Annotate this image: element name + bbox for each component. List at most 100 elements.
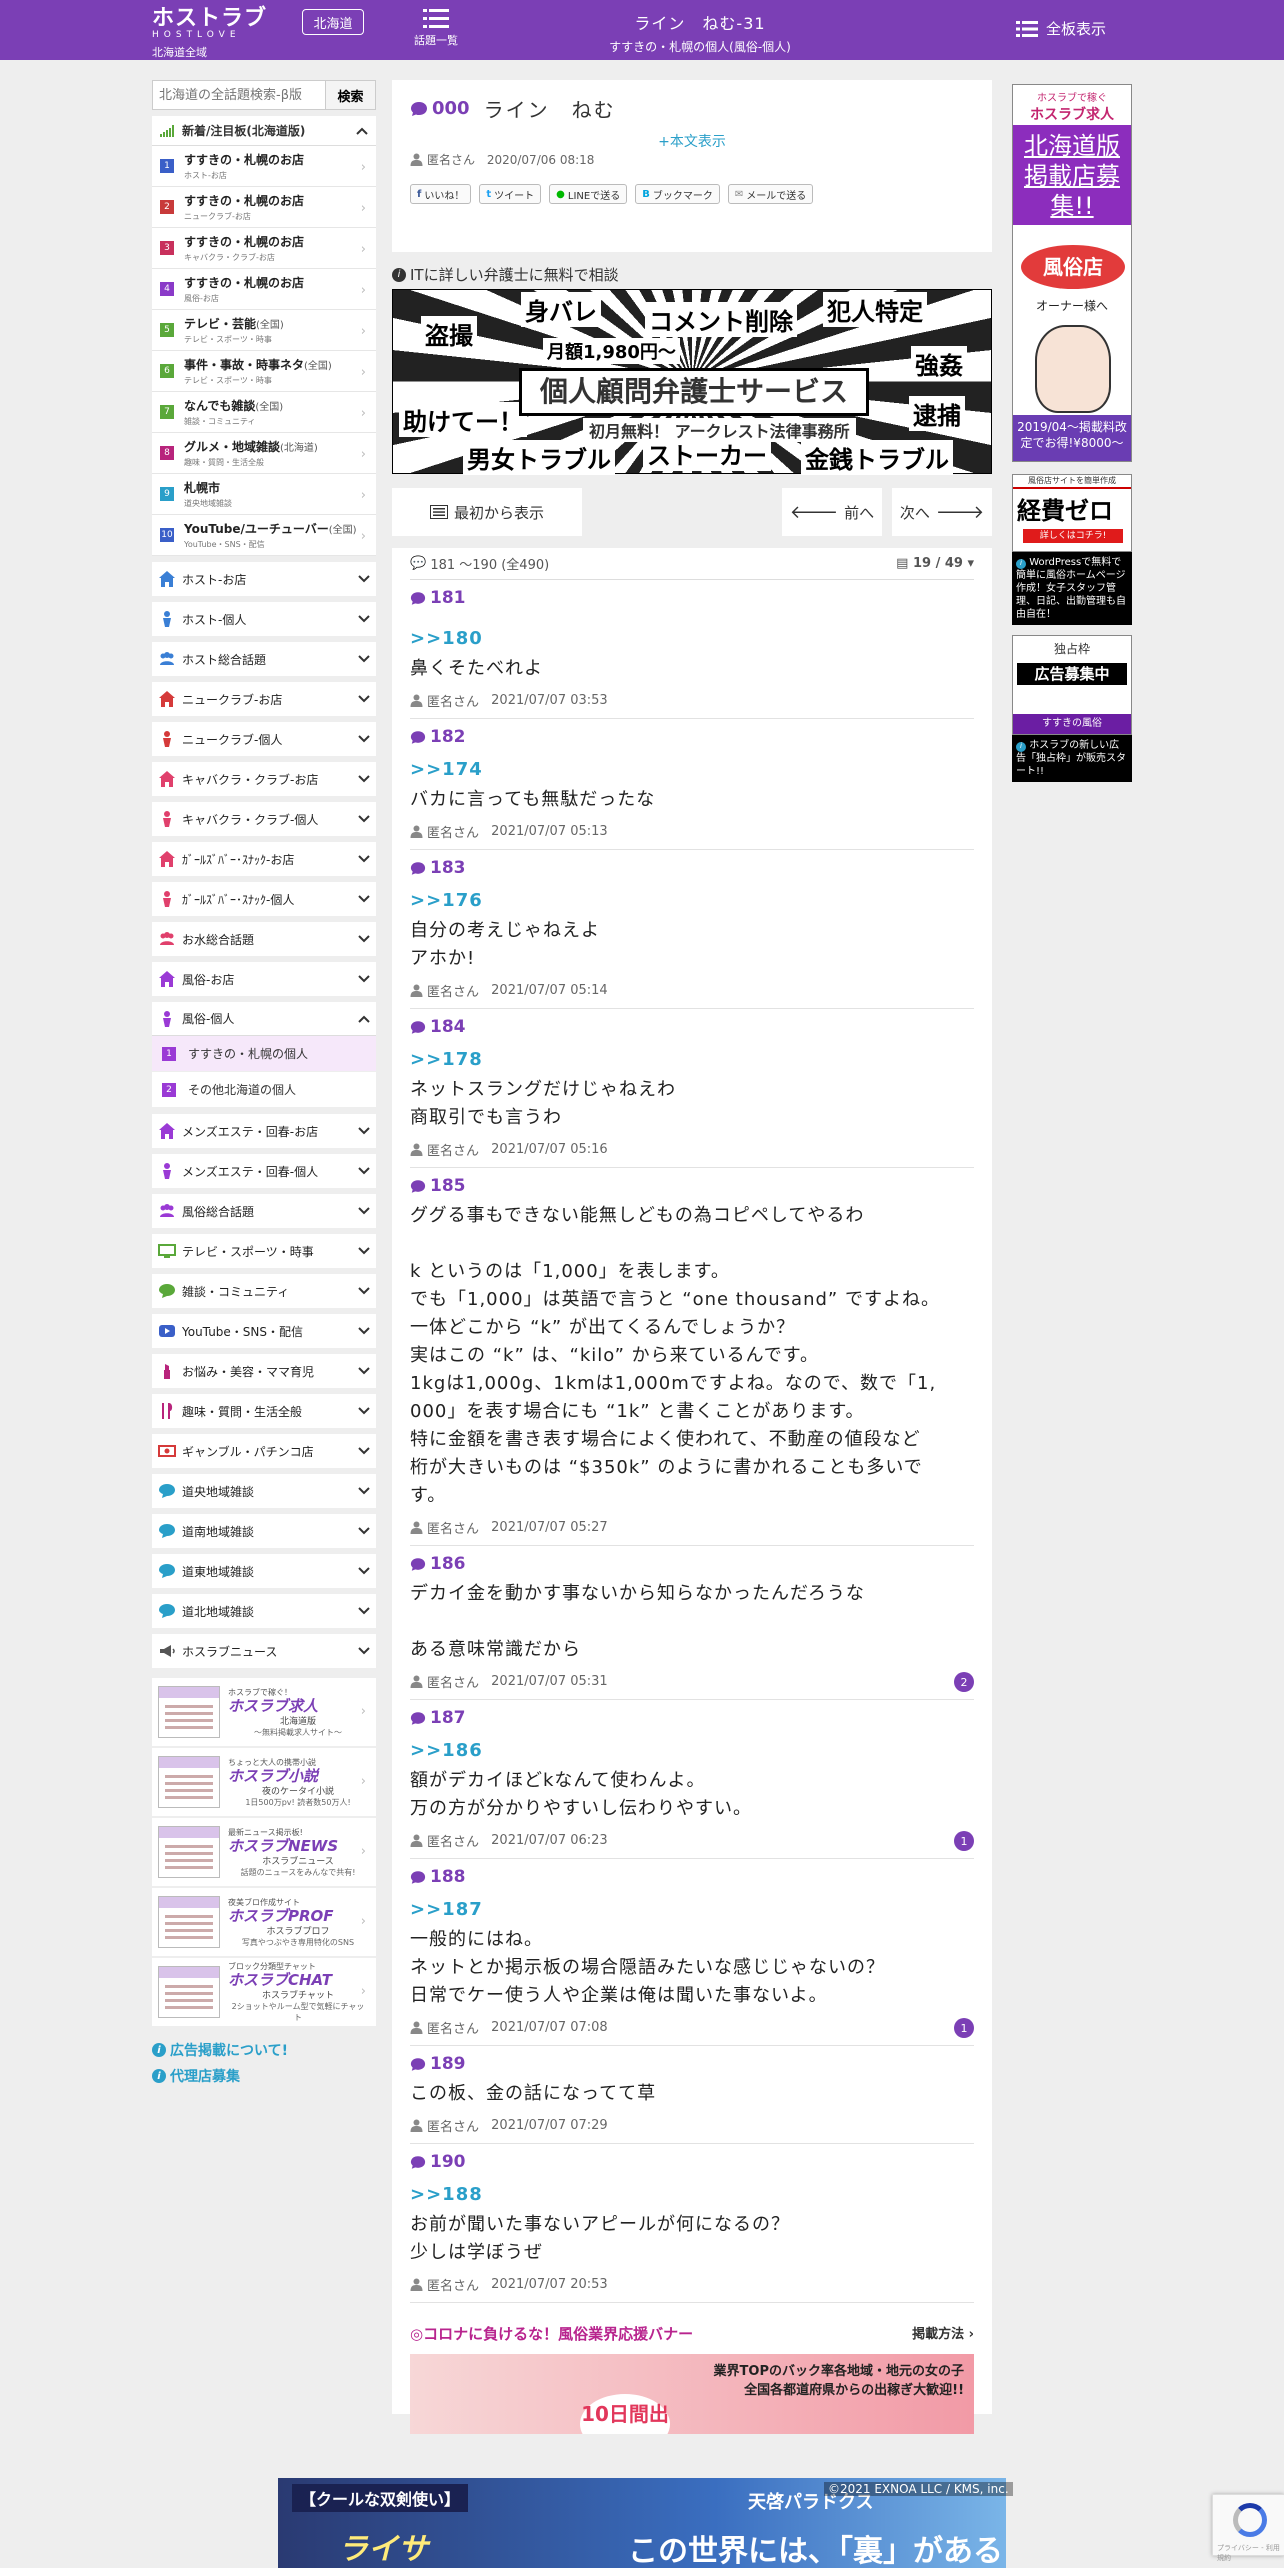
user-icon	[410, 984, 423, 997]
featured-item[interactable]: 1 すすきの・札幌のお店 ホスト-お店 ›	[152, 146, 376, 187]
post-number[interactable]: 188	[410, 1867, 974, 1887]
tweet-button[interactable]: t ツイート	[479, 184, 542, 204]
prev-button[interactable]: 🡐 前へ	[782, 488, 882, 536]
recruit-ad[interactable]: ホスラブで稼ぐ ホスラブ求人 北海道版掲載店募集!! 風俗店 オーナー様へ 201…	[1012, 84, 1132, 462]
post-number[interactable]: 187	[410, 1708, 974, 1728]
exclusive-ad-text[interactable]: i ホスラブの新しい広告「独占枠」が販売スタート!!	[1012, 735, 1132, 782]
category-group[interactable]: ホスト総合話題	[152, 642, 376, 676]
category-group[interactable]: お水総合話題	[152, 922, 376, 956]
topics-button[interactable]: 話題一覧	[410, 8, 462, 48]
service-banner[interactable]: ホスラブで稼ぐ！ ホスラブ求人 北海道版 〜無料掲載求人サイト〜 ›	[152, 1678, 376, 1746]
category-house[interactable]: ホスト-お店	[152, 562, 376, 596]
how-to-post-link[interactable]: 掲載方法 ›	[912, 2323, 974, 2344]
category-megaphone[interactable]: ホスラブニュース	[152, 1634, 376, 1668]
reply-anchor-link[interactable]: >>186	[410, 1740, 974, 1761]
post-number[interactable]: 185	[410, 1176, 974, 1196]
featured-item[interactable]: 6 事件・事故・時事ネタ(全国) テレビ・スポーツ・時事 ›	[152, 351, 376, 392]
featured-header[interactable]: 新着/注目板(北海道版)	[152, 116, 376, 146]
featured-item[interactable]: 5 テレビ・芸能(全国) テレビ・スポーツ・時事 ›	[152, 310, 376, 351]
chevron-right-icon: ›	[360, 1774, 366, 1789]
show-from-start-button[interactable]: 最初から表示	[392, 488, 582, 536]
category-utensils[interactable]: 趣味・質問・生活全般	[152, 1394, 376, 1428]
exclusive-ad[interactable]: 独占枠 広告募集中 すすきの風俗	[1012, 635, 1132, 735]
reply-anchor-link[interactable]: >>178	[410, 1049, 974, 1070]
category-chat[interactable]: 道北地域雑談	[152, 1594, 376, 1628]
category-money[interactable]: ギャンブル・パチンコ店	[152, 1434, 376, 1468]
service-banner[interactable]: ブロック分類型チャット ホスラブCHAT ホスラブチャット 2ショットやルーム型で気軽…	[152, 1958, 376, 2026]
reply-anchor-link[interactable]: >>187	[410, 1899, 974, 1920]
post-number[interactable]: 189	[410, 2054, 974, 2074]
page-select[interactable]: ▤ 19 / 49 ▾	[896, 556, 974, 571]
wordpress-ad[interactable]: 風俗店サイトを簡単作成 経費ゼロ 詳しくはコチラ!	[1012, 474, 1132, 552]
category-lipstick[interactable]: お悩み・美容・ママ育児	[152, 1354, 376, 1388]
wordpress-ad-text[interactable]: i WordPressで無料で簡単に風俗ホームページ作成！女子スタッフ管理、日記…	[1012, 552, 1132, 625]
category-chat[interactable]: 道央地域雑談	[152, 1474, 376, 1508]
lawyer-ad-banner[interactable]: 盗撮 身バレ コメント削除 犯人特定 強姦 助けてー！ 逮捕 男女トラブル スト…	[392, 289, 992, 475]
ad-link[interactable]: i 広告掲載について!	[152, 2040, 376, 2060]
category-tv[interactable]: テレビ・スポーツ・時事	[152, 1234, 376, 1268]
category-house[interactable]: 風俗-お店	[152, 962, 376, 996]
featured-item[interactable]: 7 なんでも雑談(全国) 雑談・コミュニティ ›	[152, 392, 376, 433]
category-chat[interactable]: 雑談・コミュニティ	[152, 1274, 376, 1308]
reply-count-badge[interactable]: 2	[954, 1672, 974, 1692]
category-youtube[interactable]: YouTube・SNS・配信	[152, 1314, 376, 1348]
featured-item[interactable]: 9 札幌市 道央地域雑談 ›	[152, 474, 376, 515]
sub-item-susukino[interactable]: 1 すすきの・札幌の個人	[152, 1036, 376, 1072]
user-icon	[410, 2278, 423, 2291]
featured-item[interactable]: 8 グルメ・地域雑談(北海道) 趣味・質問・生活全般 ›	[152, 433, 376, 474]
service-banner[interactable]: 最新ニュース掲示板! ホスラブNEWS ホスラブニュース 話題のニュースをみんなで共有…	[152, 1818, 376, 1886]
category-person[interactable]: ホスト-個人	[152, 602, 376, 636]
lawyer-ad-heading[interactable]: i ITに詳しい弁護士に無料で相談	[392, 264, 992, 285]
agency-link[interactable]: i 代理店募集	[152, 2066, 376, 2086]
featured-item[interactable]: 10 YouTube/ユーチューバー(全国) YouTube・SNS・配信 ›	[152, 515, 376, 556]
post-number[interactable]: 183	[410, 858, 974, 878]
category-person[interactable]: キャバクラ・クラブ-個人	[152, 802, 376, 836]
category-person[interactable]: ニュークラブ-個人	[152, 722, 376, 756]
next-button[interactable]: 次へ 🡒	[892, 488, 992, 536]
category-house[interactable]: キャバクラ・クラブ-お店	[152, 762, 376, 796]
category-open[interactable]: 風俗-個人	[152, 1002, 376, 1036]
show-body-link[interactable]: +本文表示	[410, 131, 974, 151]
region-button[interactable]: 北海道	[302, 9, 364, 35]
post-author: 匿名さん	[427, 2120, 480, 2135]
category-house[interactable]: メンズエステ・回春-お店	[152, 1114, 376, 1148]
bookmark-button[interactable]: B ブックマーク	[635, 184, 720, 204]
chevron-right-icon: ›	[360, 283, 366, 298]
all-boards-label: 全板表示	[1046, 20, 1107, 38]
category-group[interactable]: 風俗総合話題	[152, 1194, 376, 1228]
reply-anchor-link[interactable]: >>174	[410, 759, 974, 780]
category-chat[interactable]: 道南地域雑談	[152, 1514, 376, 1548]
reply-count-badge[interactable]: 1	[954, 1831, 974, 1851]
reply-anchor-link[interactable]: >>188	[410, 2184, 974, 2205]
featured-item[interactable]: 3 すすきの・札幌のお店 キャバクラ・クラブ-お店 ›	[152, 228, 376, 269]
mail-button[interactable]: ✉ メールで送る	[727, 184, 814, 204]
search-input[interactable]	[152, 80, 326, 110]
post-number[interactable]: 186	[410, 1554, 974, 1574]
sub-item-other[interactable]: 2 その他北海道の個人	[152, 1072, 376, 1108]
reply-count-badge[interactable]: 1	[954, 2018, 974, 2038]
support-banner[interactable]: 業界TOPのバック率各地域・地元の女の子 全国各都道府県からの出稼ぎ大歓迎!! 1…	[410, 2354, 974, 2434]
search-button[interactable]: 検索	[326, 80, 376, 110]
post-number[interactable]: 190	[410, 2152, 974, 2172]
category-house[interactable]: ｶﾞｰﾙｽﾞﾊﾞｰ･ｽﾅｯｸ-お店	[152, 842, 376, 876]
recaptcha-badge[interactable]: プライバシー - 利用規約	[1212, 2494, 1284, 2562]
reply-anchor-link[interactable]: >>180	[410, 628, 974, 649]
category-person[interactable]: ｶﾞｰﾙｽﾞﾊﾞｰ･ｽﾅｯｸ-個人	[152, 882, 376, 916]
logo[interactable]: ホストラブ HOSTLOVE 北海道全域	[152, 8, 267, 60]
category-house[interactable]: ニュークラブ-お店	[152, 682, 376, 716]
post-number[interactable]: 182	[410, 727, 974, 747]
category-person[interactable]: メンズエステ・回春-個人	[152, 1154, 376, 1188]
service-banner[interactable]: ちょっと大人の携帯小説 ホスラブ小説 夜のケータイ小説 1日500万pv! 読者数50…	[152, 1748, 376, 1816]
post-number[interactable]: 181	[410, 588, 974, 608]
all-boards-button[interactable]: 全板表示	[1016, 18, 1106, 39]
service-banner[interactable]: 夜美ブロ作成サイト ホスラブPROF ホスラブプロフ 写真やつぶやき専用特化のSNS ›	[152, 1888, 376, 1956]
post-number[interactable]: 184	[410, 1017, 974, 1037]
featured-item[interactable]: 4 すすきの・札幌のお店 風俗-お店 ›	[152, 269, 376, 310]
line-button[interactable]: ● LINEで送る	[549, 184, 628, 204]
post-line: す。	[410, 1485, 447, 1506]
reply-anchor-link[interactable]: >>176	[410, 890, 974, 911]
category-label: YouTube・SNS・配信	[182, 1324, 304, 1339]
facebook-like-button[interactable]: f いいね！	[410, 184, 472, 204]
featured-item[interactable]: 2 すすきの・札幌のお店 ニュークラブ-お店 ›	[152, 187, 376, 228]
category-chat[interactable]: 道東地域雑談	[152, 1554, 376, 1588]
